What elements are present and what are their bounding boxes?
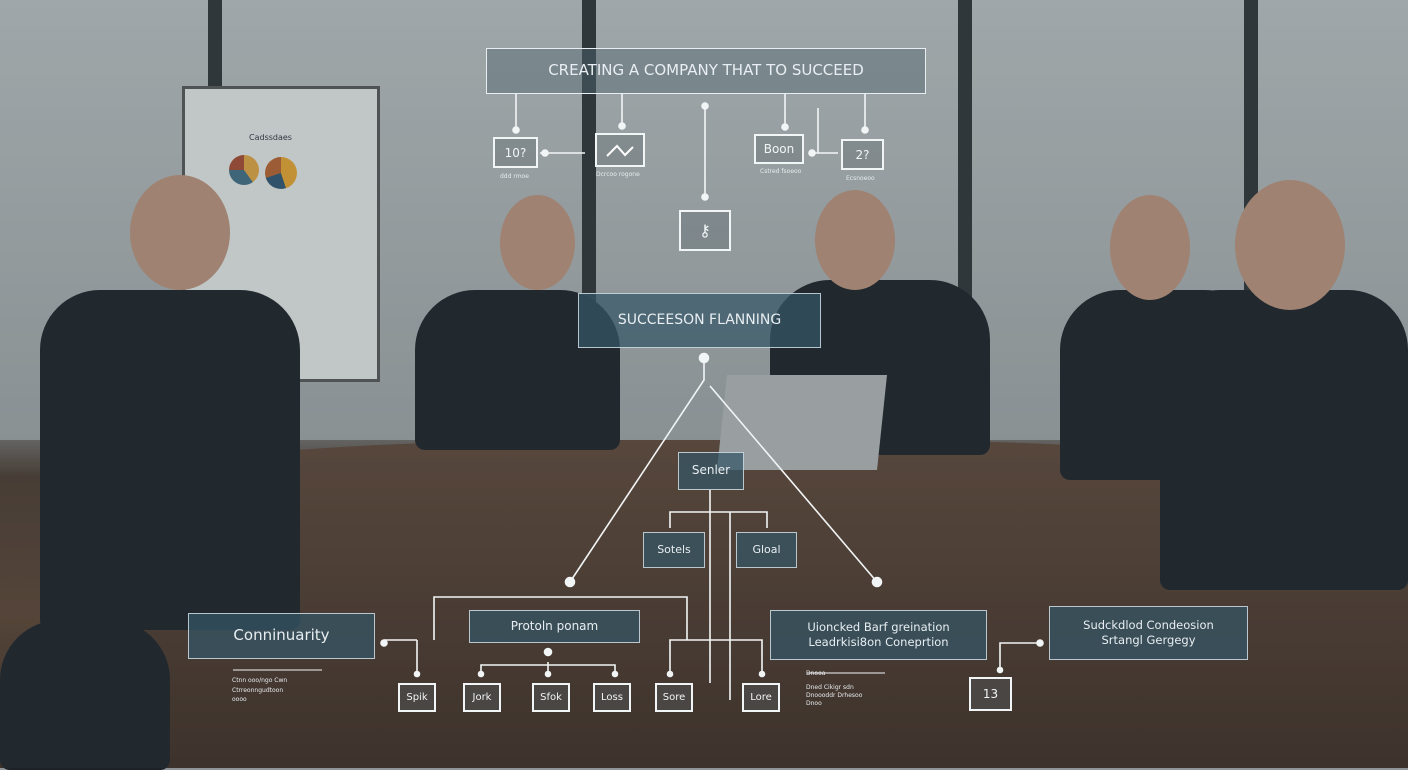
sub-node: Sotels — [643, 532, 705, 568]
leaf-node: Lore — [742, 683, 780, 712]
unlocked-line: Uioncked Barf greination — [807, 620, 950, 635]
unlocked-note: Dnooa — [806, 670, 826, 677]
top-node: Boon — [754, 134, 804, 164]
community-note: oooo — [232, 696, 247, 703]
number-node: 13 — [969, 677, 1012, 711]
succession-planning-box: SUCCEESON FLANNING — [578, 293, 821, 348]
succession-line: Srtangl Gergegy — [1101, 633, 1196, 647]
succession-line: Sudckdlod Condeosion — [1083, 618, 1214, 633]
key-icon: ⚷ — [699, 221, 711, 240]
chart-line-icon — [606, 144, 634, 157]
program-box: Protoln ponam — [469, 610, 640, 643]
unlocked-box: Uioncked Barf greination Leadrkisi8on Co… — [770, 610, 987, 660]
leaf-node: Spik — [398, 683, 436, 712]
leaf-node: Sore — [655, 683, 693, 712]
top-node-caption: Dcrcoo rogone — [596, 171, 640, 178]
leaf-node: Sfok — [532, 683, 570, 712]
unlocked-note: Dnoooddr Drhesoo — [806, 692, 863, 699]
sub-node: Gloal — [736, 532, 797, 568]
key-node: ⚷ — [679, 210, 731, 251]
succession-strategy-box: Sudckdlod Condeosion Srtangl Gergegy — [1049, 606, 1248, 660]
community-note: Ctnn ooo/ngo Cwn — [232, 677, 288, 684]
top-node: 2? — [841, 139, 884, 170]
top-node-chart — [595, 133, 645, 167]
diagram-title: CREATING A COMPANY THAT TO SUCCEED — [486, 48, 926, 94]
unlocked-note: Dnoo — [806, 700, 822, 707]
leaf-node: Jork — [463, 683, 501, 712]
leaf-node: Loss — [593, 683, 631, 712]
community-note: Ctrreonngudtoon — [232, 687, 284, 694]
unlocked-note: Dned Cikigr sdn — [806, 684, 854, 691]
senior-box: Senler — [678, 452, 744, 490]
community-box: Conninuarity — [188, 613, 375, 659]
top-node-caption: Ecsnoeoo — [846, 175, 875, 182]
unlocked-line: Leadrkisi8on Coneprtion — [808, 635, 949, 649]
top-node-caption: Cstred fsoeoo — [760, 168, 802, 175]
top-node: 10? — [493, 137, 538, 168]
top-node-caption: ddd rmoe — [500, 173, 529, 180]
